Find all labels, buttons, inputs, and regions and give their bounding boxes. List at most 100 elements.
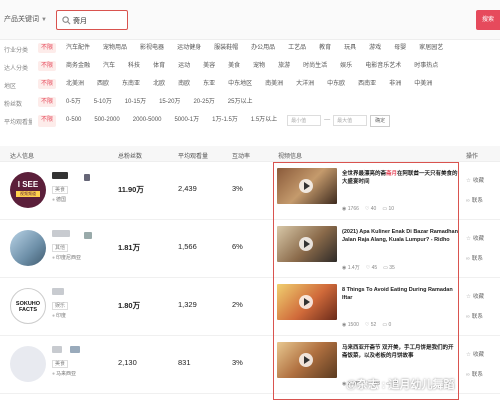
filter-option[interactable]: 体育 [150, 61, 168, 71]
filter-option[interactable]: 1万-1.5万 [209, 115, 241, 127]
video-thumbnail[interactable] [277, 226, 337, 262]
filter-option[interactable]: 不限 [38, 61, 57, 71]
filter-option[interactable]: 母婴 [391, 43, 409, 53]
search-box[interactable] [56, 10, 128, 30]
location-label: 马来西亚 [56, 371, 77, 377]
filter-option[interactable]: 20-25万 [190, 97, 217, 107]
filter-option[interactable]: 0-5万 [63, 97, 84, 107]
filter-option[interactable]: 美食 [225, 61, 243, 71]
filter-option[interactable]: 2000-5000 [130, 115, 165, 127]
avg-views: 1,566 [178, 242, 197, 251]
filter-option[interactable]: 运动 [175, 61, 193, 71]
filter-option[interactable]: 北欧 [150, 79, 168, 89]
contact-button[interactable]: ∞ 联系 [466, 312, 484, 320]
search-button[interactable]: 搜索 [476, 10, 500, 30]
filter-label: 达人分类 [4, 66, 29, 72]
keyword-type-select[interactable]: 产品关键词 ▼ [4, 14, 47, 24]
filter-option[interactable]: 非洲 [386, 79, 404, 89]
filter-option[interactable]: 汽车 [100, 61, 118, 71]
video-thumbnail[interactable] [277, 342, 337, 378]
avatar-logo-text: SOKUHO FACTS [15, 301, 41, 313]
filter-option[interactable]: 10-15万 [122, 97, 149, 107]
favorite-button[interactable]: ☆ 收藏 [466, 292, 484, 300]
filter-option[interactable]: 时尚生活 [300, 61, 330, 71]
search-input[interactable] [73, 15, 125, 26]
favorite-button[interactable]: ☆ 收藏 [466, 234, 484, 242]
filter-option[interactable]: 家居园艺 [416, 43, 446, 53]
filter-option[interactable]: 东南亚 [119, 79, 143, 89]
location: ●马来西亚 [52, 370, 76, 377]
filter-option[interactable]: 东亚 [200, 79, 218, 89]
min-value-input[interactable]: 最小值 [287, 115, 322, 126]
filter-option[interactable]: 南美洲 [262, 79, 286, 89]
filter-option[interactable]: 中东欧 [324, 79, 348, 89]
filter-option[interactable]: 运动健身 [174, 43, 204, 53]
video-title[interactable]: (2021) Apa Kuliner Enak Di Bazar Ramadha… [342, 228, 458, 244]
contact-button[interactable]: ∞ 联系 [466, 254, 484, 262]
confirm-range-button[interactable]: 确定 [370, 115, 391, 127]
filter-option[interactable]: 美容 [200, 61, 218, 71]
video-title[interactable]: 马来西亚开斋节 双开美，手工月饼是我们的开斋饭菜，以及老板的月饼故事 [342, 344, 458, 360]
contact-button[interactable]: ∞ 联系 [466, 370, 484, 378]
filter-option[interactable]: 15-20万 [156, 97, 183, 107]
filter-option[interactable]: 工艺品 [285, 43, 309, 53]
play-icon[interactable] [299, 179, 313, 193]
filter-option[interactable]: 旅游 [275, 61, 293, 71]
filter-option[interactable]: 5-10万 [91, 97, 115, 107]
row-actions: ☆ 收藏 ∞ 联系 [466, 234, 484, 274]
col-actions: 操作 [466, 154, 479, 160]
max-value-input[interactable]: 最大值 [333, 115, 368, 126]
favorite-button[interactable]: ☆ 收藏 [466, 176, 484, 184]
filter-option[interactable]: 办公用品 [248, 43, 278, 53]
filter-option[interactable]: 0-500 [63, 115, 84, 127]
filter-option[interactable]: 不限 [38, 97, 57, 107]
video-card[interactable]: (2021) Apa Kuliner Enak Di Bazar Ramadha… [276, 224, 458, 276]
filter-option[interactable]: 不限 [38, 43, 57, 53]
col-engagement[interactable]: 互动率 [232, 151, 250, 160]
filter-option[interactable]: 玩具 [341, 43, 359, 53]
favorite-button[interactable]: ☆ 收藏 [466, 350, 484, 358]
filter-option[interactable]: 中美洲 [411, 79, 435, 89]
blurred-name [52, 288, 64, 295]
filter-option[interactable]: 500-2000 [91, 115, 122, 127]
contact-button[interactable]: ∞ 联系 [466, 196, 484, 204]
filter-option[interactable]: 5000-1万 [171, 115, 202, 127]
filter-option[interactable]: 西南亚 [355, 79, 379, 89]
filter-option[interactable]: 西欧 [94, 79, 112, 89]
filter-option[interactable]: 25万以上 [225, 97, 256, 107]
col-fans[interactable]: 总粉丝数 [118, 151, 142, 160]
video-thumbnail[interactable] [277, 284, 337, 320]
play-icon[interactable] [299, 353, 313, 367]
filter-option[interactable]: 商务金融 [63, 61, 93, 71]
filter-option[interactable]: 影视电器 [137, 43, 167, 53]
filter-option[interactable]: 北美洲 [63, 79, 87, 89]
view-count: 1500 [347, 322, 359, 328]
filter-option[interactable]: 科技 [125, 61, 143, 71]
video-card[interactable]: 全世界最漂亮的斋斋月在阿联酋一天只有美食的大盛宴时间 ◉ 1766 ♡ 40 ▭ 1… [276, 166, 458, 218]
video-title[interactable]: 8 Things To Avoid Eating During Ramadan … [342, 286, 458, 302]
filter-option[interactable]: 娱乐 [337, 61, 355, 71]
filter-option[interactable]: 大洋洲 [293, 79, 317, 89]
filter-option[interactable]: 游戏 [366, 43, 384, 53]
filter-option[interactable]: 教育 [316, 43, 334, 53]
filter-option[interactable]: 服装鞋帽 [211, 43, 241, 53]
col-avg-views[interactable]: 平均观看量 [178, 151, 208, 160]
filter-option[interactable]: 时事热点 [411, 61, 441, 71]
video-card[interactable]: 8 Things To Avoid Eating During Ramadan … [276, 282, 458, 334]
avatar: I SEE 视频频道 [10, 172, 46, 208]
comment-count: 10 [388, 206, 395, 212]
filter-option[interactable]: 不限 [38, 115, 57, 127]
filter-option[interactable]: 1.5万以上 [248, 115, 280, 127]
col-video-info: 视频信息 [278, 154, 303, 160]
filter-option[interactable]: 汽车配件 [63, 43, 93, 53]
play-icon[interactable] [299, 295, 313, 309]
filter-option[interactable]: 宠物 [250, 61, 268, 71]
video-title[interactable]: 全世界最漂亮的斋斋月在阿联酋一天只有美食的大盛宴时间 [342, 170, 458, 186]
filter-option[interactable]: 中东地区 [225, 79, 255, 89]
filter-option[interactable]: 不限 [38, 79, 57, 89]
filter-option[interactable]: 南欧 [175, 79, 193, 89]
filter-option[interactable]: 宠物用品 [100, 43, 130, 53]
video-thumbnail[interactable] [277, 168, 337, 204]
play-icon[interactable] [299, 237, 313, 251]
filter-option[interactable]: 电影音乐艺术 [362, 61, 404, 71]
